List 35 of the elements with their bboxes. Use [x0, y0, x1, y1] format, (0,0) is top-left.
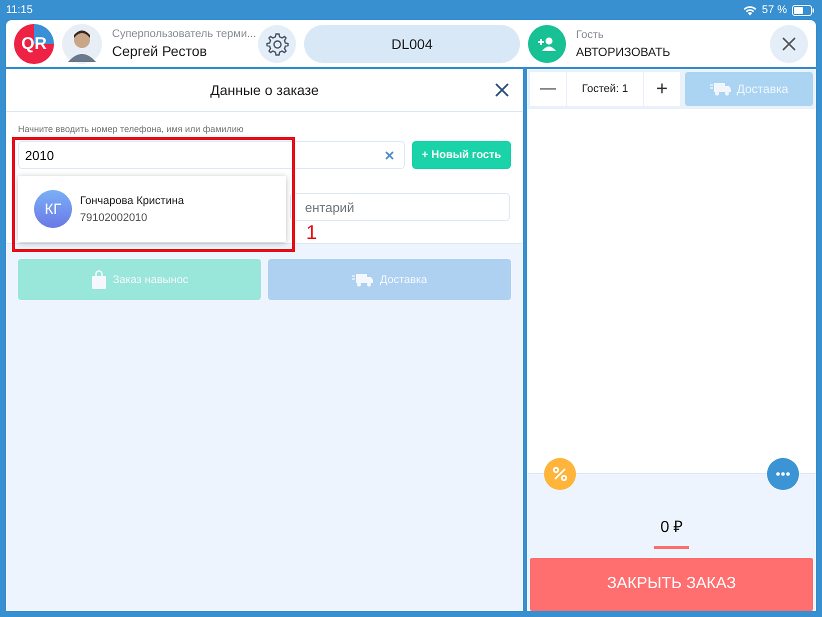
close-icon[interactable] — [495, 83, 509, 97]
panel-title: Данные о заказе — [210, 82, 319, 98]
order-total: 0 ₽ — [660, 518, 683, 537]
search-label: Начните вводить номер телефона, имя или фамилию — [18, 124, 244, 136]
order-code-button[interactable]: DL004 — [304, 24, 520, 62]
guest-label: Гость — [576, 28, 605, 40]
settings-icon — [265, 32, 289, 56]
guest-name: Гончарова Кристина — [80, 194, 184, 206]
close-icon — [782, 36, 796, 50]
comment-field[interactable]: ентарий — [290, 193, 510, 221]
add-guest-button[interactable] — [528, 24, 566, 62]
user-role: Суперпользователь терми... — [112, 28, 254, 40]
search-field[interactable]: 2010 — [18, 141, 405, 169]
battery-percent: 57 % — [762, 4, 787, 16]
guest-phone: 79102002010 — [80, 212, 148, 224]
close-button[interactable] — [770, 24, 808, 62]
more-button[interactable] — [767, 458, 799, 490]
status-time: 11:15 — [6, 4, 33, 16]
shopping-bag-icon — [90, 270, 107, 290]
battery-icon — [792, 4, 814, 16]
clear-icon[interactable] — [385, 150, 394, 160]
suggestion-item[interactable]: КГ Гончарова Кристина 79102002010 — [18, 176, 286, 242]
annotation-number: 1 — [306, 222, 318, 245]
user-name: Сергей Рестов — [112, 43, 208, 59]
user-avatar — [62, 24, 102, 64]
authorize-link[interactable]: АВТОРИЗОВАТЬ — [576, 44, 718, 58]
add-user-icon — [537, 36, 557, 52]
guest-initials-avatar: КГ — [34, 190, 72, 228]
truck-icon — [352, 272, 374, 286]
app-logo: QR — [14, 24, 54, 64]
comment-placeholder: ентарий — [305, 200, 354, 214]
settings-button[interactable] — [258, 24, 296, 62]
wifi-icon — [742, 4, 757, 16]
truck-icon — [710, 82, 732, 96]
search-value: 2010 — [25, 148, 54, 162]
